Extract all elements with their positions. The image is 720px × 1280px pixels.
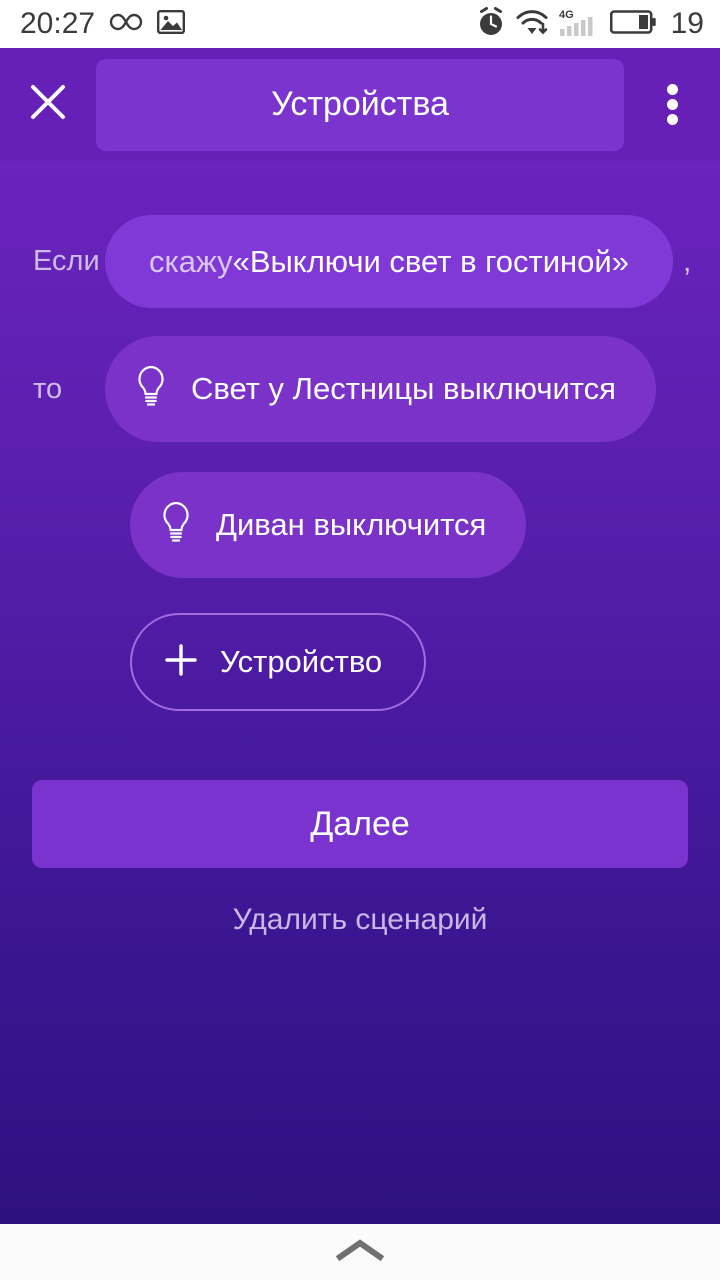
page-title: Устройства (271, 85, 449, 123)
image-icon (157, 9, 186, 40)
add-device-row: Устройство (130, 613, 427, 711)
chevron-up-icon[interactable] (328, 1237, 392, 1268)
overflow-menu-icon (666, 80, 678, 129)
add-device-button[interactable]: Устройство (130, 613, 427, 711)
then-label: то (33, 372, 63, 405)
if-label: Если (33, 245, 100, 277)
infinity-icon (109, 11, 143, 38)
app-bar-title-pill[interactable]: Устройства (96, 58, 624, 151)
app-bar: Устройства (0, 48, 720, 161)
trigger-phrase: «Выключи свет в гостиной» (232, 243, 629, 279)
next-button-label: Далее (310, 804, 410, 843)
battery-level-label: 19 (670, 7, 704, 40)
device-label-1: Свет у Лестницы выключится (191, 371, 616, 406)
system-navigation-bar (0, 1224, 720, 1280)
overflow-menu-button[interactable] (624, 48, 720, 161)
close-button[interactable] (0, 48, 96, 161)
delete-scenario-label: Удалить сценарий (232, 903, 488, 936)
lightbulb-icon (133, 364, 169, 415)
device-pill-1[interactable]: Свет у Лестницы выключится (105, 336, 656, 442)
trigger-comma: , (682, 244, 692, 278)
action-row-1: то Свет у Лестницы выключится (0, 336, 720, 442)
trigger-prefix: скажу (149, 243, 233, 279)
delete-scenario-link[interactable]: Удалить сценарий (0, 903, 720, 937)
phone-screen: 20:27 4G 19 Устройства Если скажу «Выклю… (0, 0, 720, 1280)
plus-icon (162, 641, 200, 684)
signal-4g-icon: 4G (559, 7, 599, 42)
alarm-icon (477, 6, 505, 42)
scenario-editor: Если скажу «Выключи свет в гостиной» , т… (0, 161, 720, 1224)
status-bar-clock: 20:27 (20, 7, 96, 40)
lightbulb-icon (158, 500, 194, 551)
device-label-2: Диван выключится (216, 507, 487, 542)
close-icon (26, 80, 70, 129)
condition-row: Если скажу «Выключи свет в гостиной» , (0, 215, 720, 308)
device-pill-2[interactable]: Диван выключится (130, 472, 527, 578)
status-bar-left: 20:27 (20, 7, 186, 40)
wifi-icon (516, 8, 548, 41)
svg-text:4G: 4G (559, 9, 574, 21)
next-button[interactable]: Далее (32, 780, 688, 868)
action-row-2: Диван выключится (130, 472, 527, 578)
status-bar-right: 4G 19 (477, 6, 704, 42)
status-bar: 20:27 4G 19 (0, 0, 720, 48)
battery-icon (609, 9, 656, 40)
trigger-pill[interactable]: скажу «Выключи свет в гостиной» (105, 215, 673, 308)
add-device-label: Устройство (220, 644, 383, 679)
